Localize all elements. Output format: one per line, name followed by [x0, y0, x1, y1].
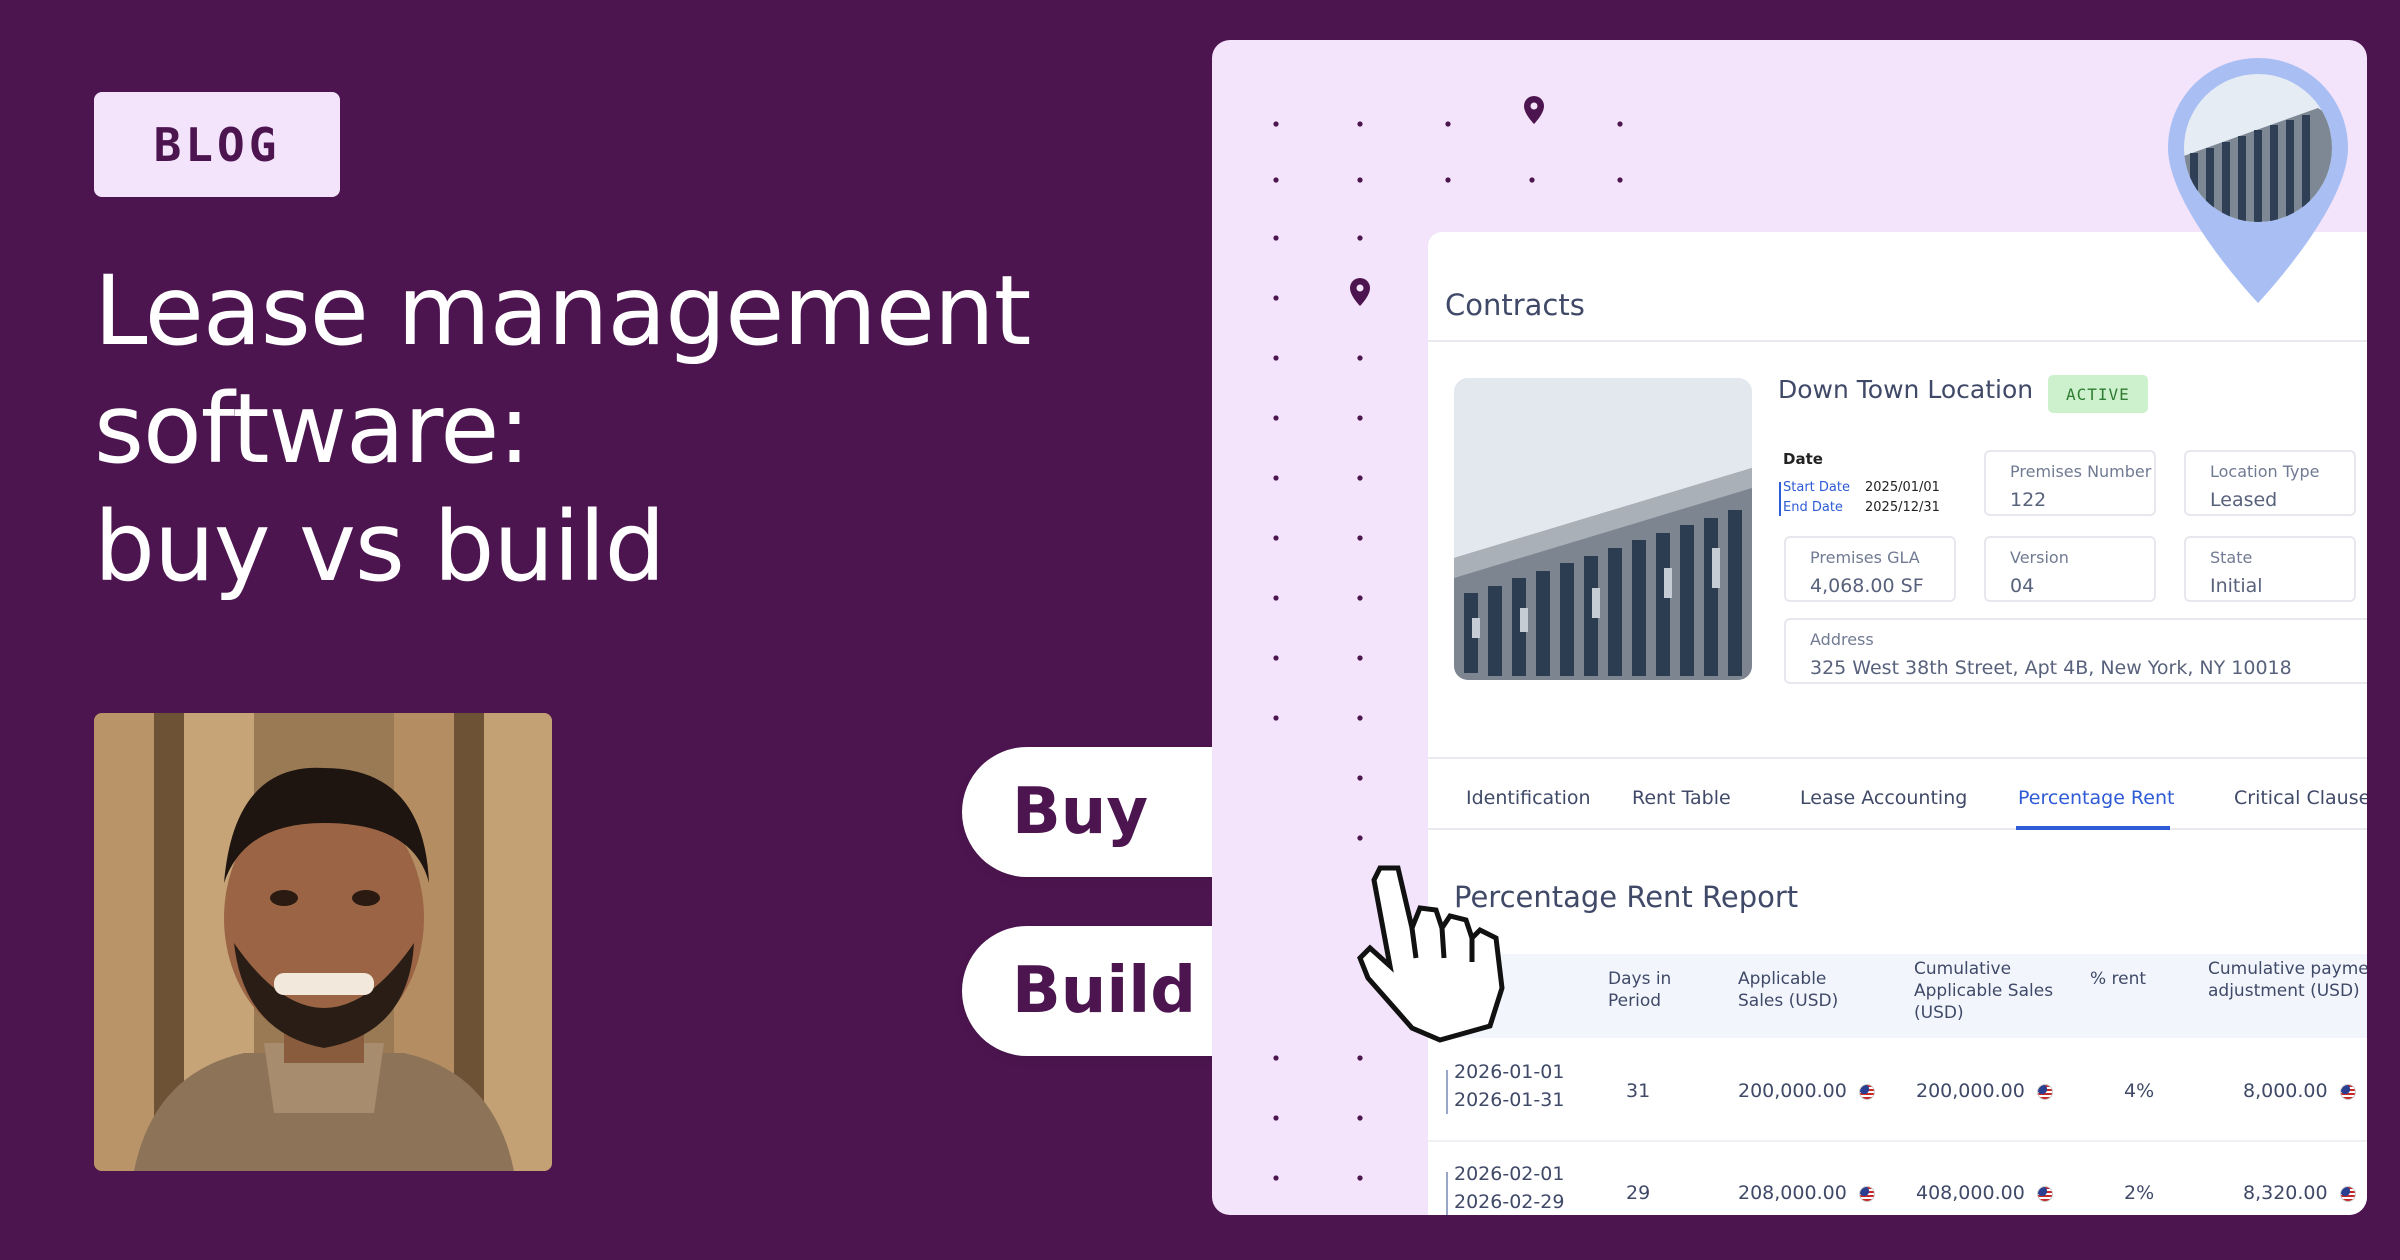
headline-line-2: software:	[94, 373, 531, 485]
rent-pct-cell: 2%	[2124, 1182, 2155, 1204]
field-value: 4,068.00 SF	[1810, 575, 1924, 597]
build-label: Build	[1012, 954, 1197, 1028]
tab-percentage-rent[interactable]: Percentage Rent	[2018, 787, 2174, 809]
table-row[interactable]: 2026-01-01 2026-01-31 31 200,000.00 200,…	[1428, 1042, 2367, 1142]
period-start: 2026-02-01	[1454, 1163, 1565, 1185]
start-date-label: Start Date	[1783, 480, 1850, 495]
payment-value: 8,320.00	[2243, 1182, 2328, 1204]
field-label: Address	[1810, 630, 1874, 649]
status-badge: ACTIVE	[2048, 375, 2148, 413]
field-label: Version	[2010, 548, 2069, 567]
days-cell: 29	[1626, 1182, 1651, 1204]
author-portrait	[94, 713, 552, 1171]
cumulative-cell: 408,000.00	[1916, 1182, 2053, 1204]
sales-value: 200,000.00	[1738, 1080, 1847, 1102]
state-field[interactable]: State Initial	[2184, 536, 2356, 602]
location-type-field[interactable]: Location Type Leased	[2184, 450, 2356, 516]
headline-line-3: buy vs build	[94, 491, 666, 603]
period-end: 2026-01-31	[1454, 1089, 1565, 1111]
version-field[interactable]: Version 04	[1984, 536, 2156, 602]
sales-cell: 208,000.00	[1738, 1182, 1875, 1204]
payment-cell: 8,320.00	[2243, 1182, 2356, 1204]
rent-pct-cell: 4%	[2124, 1080, 2155, 1102]
cumulative-cell: 200,000.00	[1916, 1080, 2053, 1102]
days-cell: 31	[1626, 1080, 1651, 1102]
premises-number-field[interactable]: Premises Number 122	[1984, 450, 2156, 516]
field-label: Premises Number	[2010, 462, 2152, 481]
start-date-value: 2025/01/01	[1865, 480, 1940, 495]
period-range-line	[1446, 1172, 1448, 1215]
field-label: State	[2210, 548, 2253, 567]
cumulative-value: 408,000.00	[1916, 1182, 2025, 1204]
payment-cell: 8,000.00	[2243, 1080, 2356, 1102]
field-value: 122	[2010, 489, 2047, 511]
field-value: 04	[2010, 575, 2035, 597]
cumulative-value: 200,000.00	[1916, 1080, 2025, 1102]
column-header-sales: Applicable Sales (USD)	[1738, 969, 1839, 1011]
us-flag-icon	[2339, 1083, 2356, 1100]
buy-label: Buy	[1012, 775, 1149, 849]
column-header-payment: Cumulative payment adjustment (USD)	[2208, 959, 2367, 1001]
us-flag-icon	[1858, 1185, 1875, 1202]
headline-line-1: Lease management	[94, 255, 1031, 367]
location-pin-icon	[2168, 58, 2348, 303]
active-tab-indicator	[2016, 826, 2170, 830]
premises-gla-field[interactable]: Premises GLA 4,068.00 SF	[1784, 536, 1956, 602]
blog-badge: BLOG	[94, 92, 340, 197]
building-photo	[1454, 378, 1752, 680]
column-header-days: Days in Period	[1608, 969, 1672, 1011]
field-label: Location Type	[2210, 462, 2320, 481]
field-label: Premises GLA	[1810, 548, 1920, 567]
date-label: Date	[1783, 450, 1823, 468]
sales-value: 208,000.00	[1738, 1182, 1847, 1204]
date-range-line	[1779, 482, 1781, 516]
divider	[1428, 828, 2367, 830]
divider	[1428, 340, 2367, 342]
us-flag-icon	[1858, 1083, 1875, 1100]
period-cell: 2026-02-01 2026-02-29	[1454, 1160, 1564, 1215]
field-value: Initial	[2210, 575, 2263, 597]
period-start: 2026-01-01	[1454, 1061, 1565, 1083]
divider	[1428, 757, 2367, 759]
address-field[interactable]: Address 325 West 38th Street, Apt 4B, Ne…	[1784, 618, 2367, 684]
column-header-cumulative: Cumulative Applicable Sales (USD)	[1914, 959, 2054, 1023]
sales-cell: 200,000.00	[1738, 1080, 1875, 1102]
headline: Lease management software: buy vs build	[94, 252, 1094, 606]
pointer-hand-icon	[1357, 865, 1505, 1043]
period-cell: 2026-01-01 2026-01-31	[1454, 1058, 1564, 1114]
tab-rent-table[interactable]: Rent Table	[1632, 787, 1731, 809]
field-value: Leased	[2210, 489, 2278, 511]
field-value: 325 West 38th Street, Apt 4B, New York, …	[1810, 657, 2292, 679]
tab-lease-accounting[interactable]: Lease Accounting	[1800, 787, 1967, 809]
us-flag-icon	[2036, 1083, 2053, 1100]
us-flag-icon	[2339, 1185, 2356, 1202]
payment-value: 8,000.00	[2243, 1080, 2328, 1102]
section-title: Contracts	[1445, 288, 1585, 322]
tab-critical-clauses[interactable]: Critical Clauses	[2234, 787, 2367, 809]
table-header: Days in Period Applicable Sales (USD) Cu…	[1428, 954, 2367, 1038]
period-range-line	[1446, 1070, 1448, 1114]
column-header-rent-pct: % rent	[2090, 969, 2147, 989]
period-end: 2026-02-29	[1454, 1191, 1565, 1213]
contracts-panel: Contracts Down Town Location ACTIVE Date…	[1428, 232, 2367, 1215]
end-date-label: End Date	[1783, 500, 1843, 515]
tab-identification[interactable]: Identification	[1466, 787, 1591, 809]
us-flag-icon	[2036, 1185, 2053, 1202]
location-name: Down Town Location	[1778, 375, 2034, 404]
end-date-value: 2025/12/31	[1865, 500, 1940, 515]
table-row[interactable]: 2026-02-01 2026-02-29 29 208,000.00 408,…	[1428, 1144, 2367, 1215]
date-block: Date Start Date 2025/01/01 End Date 2025/1…	[1779, 450, 1940, 518]
